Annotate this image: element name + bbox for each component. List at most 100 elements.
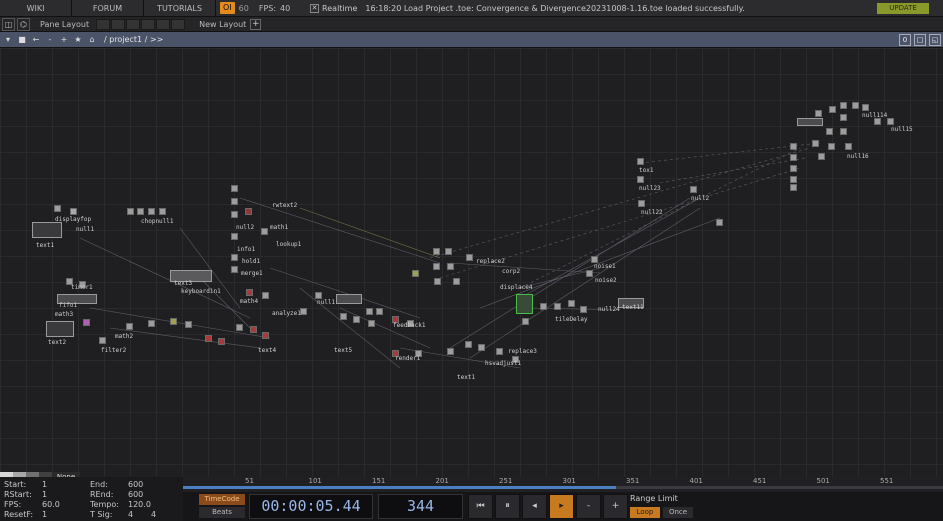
operator-node[interactable]: [412, 270, 419, 277]
operator-node[interactable]: [591, 256, 598, 263]
star-icon[interactable]: ★: [72, 34, 84, 46]
menu-triangle-icon[interactable]: ▾: [2, 34, 14, 46]
pane-layout-slot[interactable]: [141, 18, 156, 30]
update-button[interactable]: UPDATE: [877, 3, 929, 14]
window-icon[interactable]: □: [914, 34, 926, 46]
info-icon[interactable]: 0: [899, 34, 911, 46]
operator-node[interactable]: [453, 278, 460, 285]
wiki-menu[interactable]: WIKI: [0, 0, 72, 17]
operator-node[interactable]: [586, 270, 593, 277]
operator-node[interactable]: [32, 222, 62, 238]
operator-node[interactable]: [637, 176, 644, 183]
node-label[interactable]: null16: [847, 153, 869, 160]
node-label[interactable]: info1: [237, 246, 255, 253]
operator-node[interactable]: [874, 118, 881, 125]
timecode-display[interactable]: 00:00:05.44: [249, 494, 373, 519]
operator-node[interactable]: [376, 308, 383, 315]
operator-node[interactable]: [852, 102, 859, 109]
node-label[interactable]: null114: [862, 112, 887, 119]
node-label[interactable]: noise2: [595, 277, 617, 284]
node-label[interactable]: math2: [115, 333, 133, 340]
node-label[interactable]: null22: [641, 209, 663, 216]
node-label[interactable]: tileDelay: [555, 316, 588, 323]
operator-node[interactable]: [250, 326, 257, 333]
operator-node[interactable]: [236, 324, 243, 331]
operator-node[interactable]: [465, 341, 472, 348]
node-label[interactable]: lookup1: [276, 241, 301, 248]
new-layout-label[interactable]: New Layout: [199, 20, 246, 29]
node-label[interactable]: text1: [457, 374, 475, 381]
node-label[interactable]: tox1: [639, 167, 653, 174]
operator-node[interactable]: [159, 208, 166, 215]
rewind-button[interactable]: ⏮: [468, 494, 493, 519]
operator-node[interactable]: [840, 114, 847, 121]
tempo-value[interactable]: 120.0: [128, 500, 151, 509]
timeline-ruler[interactable]: 51101151201251301351401451501551600: [183, 477, 943, 492]
operator-node[interactable]: [790, 143, 797, 150]
stop-icon[interactable]: ■: [16, 34, 28, 46]
operator-node[interactable]: [790, 154, 797, 161]
loop-button[interactable]: Loop: [630, 507, 660, 518]
node-label[interactable]: corp2: [502, 268, 520, 275]
frame-display[interactable]: 344: [378, 494, 463, 519]
network-path[interactable]: / project1 / >>: [104, 35, 163, 44]
pane-layout-slot[interactable]: [111, 18, 126, 30]
operator-node[interactable]: [828, 143, 835, 150]
node-label[interactable]: filter2: [101, 347, 126, 354]
operator-node[interactable]: [170, 318, 177, 325]
maximize-icon[interactable]: ◱: [929, 34, 941, 46]
operator-node[interactable]: [126, 323, 133, 330]
pause-button[interactable]: ⏸: [495, 494, 520, 519]
operator-node[interactable]: [690, 186, 697, 193]
node-label[interactable]: analyze1: [272, 310, 301, 317]
node-label[interactable]: text2: [48, 339, 66, 346]
operator-node[interactable]: [790, 184, 797, 191]
operator-node[interactable]: [845, 143, 852, 150]
network-icon[interactable]: ⌬: [17, 17, 30, 31]
pane-layout-slot[interactable]: [156, 18, 171, 30]
operator-node[interactable]: [638, 200, 645, 207]
operator-node[interactable]: [205, 335, 212, 342]
operator-node[interactable]: [218, 338, 225, 345]
operator-node[interactable]: [540, 303, 547, 310]
operator-node[interactable]: [261, 228, 268, 235]
operator-node[interactable]: [231, 233, 238, 240]
step-minus-button[interactable]: -: [576, 494, 601, 519]
operator-node[interactable]: [815, 110, 822, 117]
operator-node[interactable]: [433, 248, 440, 255]
operator-node[interactable]: [315, 292, 322, 299]
operator-node[interactable]: [840, 102, 847, 109]
add-layout-button[interactable]: +: [250, 18, 262, 30]
node-label[interactable]: render1: [395, 355, 420, 362]
operator-node[interactable]: [340, 313, 347, 320]
node-label[interactable]: hsvadjust1: [485, 360, 521, 367]
operator-node[interactable]: [818, 153, 825, 160]
operator-node[interactable]: [231, 211, 238, 218]
node-label[interactable]: text1: [36, 242, 54, 249]
operator-node[interactable]: [826, 128, 833, 135]
operator-node[interactable]: [887, 118, 894, 125]
node-label[interactable]: math4: [240, 298, 258, 305]
pane-layout-slot[interactable]: [171, 18, 186, 30]
operator-node[interactable]: [336, 294, 362, 304]
selected-operator-node[interactable]: [516, 294, 533, 314]
node-label[interactable]: timer1: [71, 284, 93, 291]
node-label[interactable]: hold1: [242, 258, 260, 265]
node-label[interactable]: chopnull1: [141, 218, 174, 225]
operator-node[interactable]: [433, 263, 440, 270]
operator-node[interactable]: [522, 318, 529, 325]
node-label[interactable]: displace4: [500, 284, 533, 291]
operator-node[interactable]: [447, 263, 454, 270]
node-label[interactable]: text4: [258, 347, 276, 354]
node-label[interactable]: noise1: [594, 263, 616, 270]
home-icon[interactable]: ⌂: [86, 34, 98, 46]
operator-node[interactable]: [137, 208, 144, 215]
forum-menu[interactable]: FORUM: [72, 0, 144, 17]
operator-node[interactable]: [231, 254, 238, 261]
back-icon[interactable]: ←: [30, 34, 42, 46]
node-label[interactable]: null1: [76, 226, 94, 233]
node-label[interactable]: null2: [236, 224, 254, 231]
pane-layout-slot[interactable]: [96, 18, 111, 30]
operator-node[interactable]: [262, 292, 269, 299]
operator-node[interactable]: [840, 128, 847, 135]
